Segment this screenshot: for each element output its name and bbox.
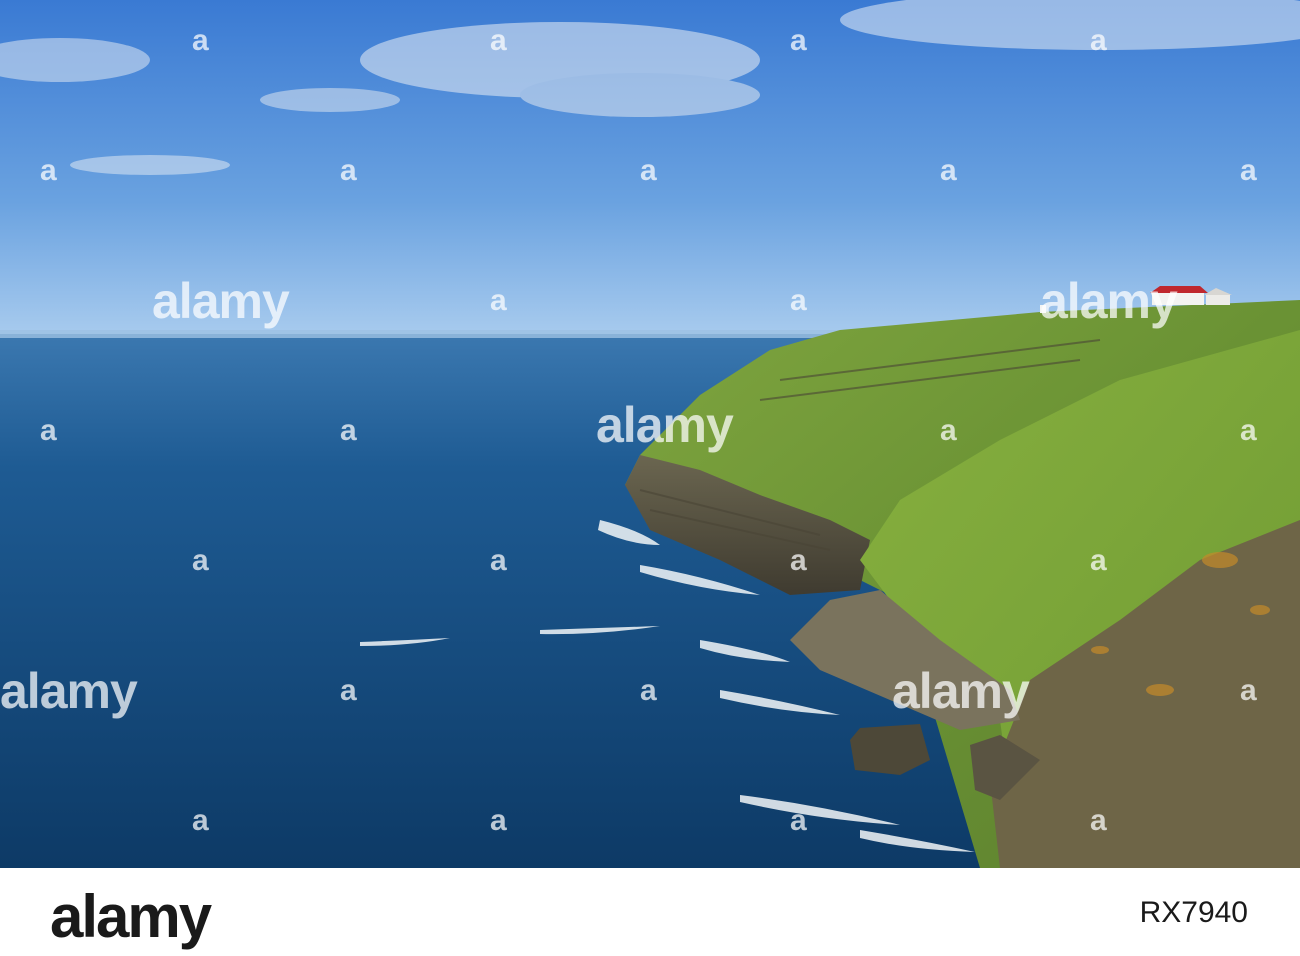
watermark-logo: alamy: [892, 663, 1030, 719]
watermark-mark: a: [1240, 414, 1257, 447]
image-id: RX7940: [1139, 896, 1248, 929]
horizon-haze: [0, 330, 900, 338]
watermark-mark: a: [1090, 544, 1107, 577]
photo-scene: alamy alamy alamy alamy alamy a a a a a …: [0, 0, 1300, 868]
watermark-mark: a: [790, 544, 807, 577]
watermark-mark: a: [940, 414, 957, 447]
watermark-mark: a: [1240, 674, 1257, 707]
watermark-mark: a: [490, 284, 507, 317]
stock-footer: alamy RX7940: [0, 868, 1300, 956]
watermark-mark: a: [1090, 804, 1107, 837]
footer-logo: alamy: [50, 883, 212, 950]
watermark-mark: a: [340, 414, 357, 447]
watermark-mark: a: [340, 674, 357, 707]
watermark-mark: a: [1240, 154, 1257, 187]
watermark-mark: a: [790, 804, 807, 837]
watermark-mark: a: [790, 284, 807, 317]
watermark-logo: alamy: [0, 663, 138, 719]
watermark-mark: a: [192, 804, 209, 837]
watermark-logo: alamy: [596, 397, 734, 453]
watermark-mark: a: [1090, 24, 1107, 57]
watermark-logo: alamy: [1040, 273, 1178, 329]
watermark-mark: a: [192, 24, 209, 57]
watermark-mark: a: [790, 24, 807, 57]
watermark-mark: a: [490, 544, 507, 577]
watermark-mark: a: [192, 544, 209, 577]
watermark-mark: a: [940, 154, 957, 187]
watermark-mark: a: [490, 24, 507, 57]
watermark-logo: alamy: [152, 273, 290, 329]
watermark-mark: a: [640, 154, 657, 187]
watermark-mark: a: [40, 154, 57, 187]
watermark-mark: a: [340, 154, 357, 187]
watermark-mark: a: [40, 414, 57, 447]
watermark-mark: a: [490, 804, 507, 837]
watermark-mark: a: [640, 674, 657, 707]
